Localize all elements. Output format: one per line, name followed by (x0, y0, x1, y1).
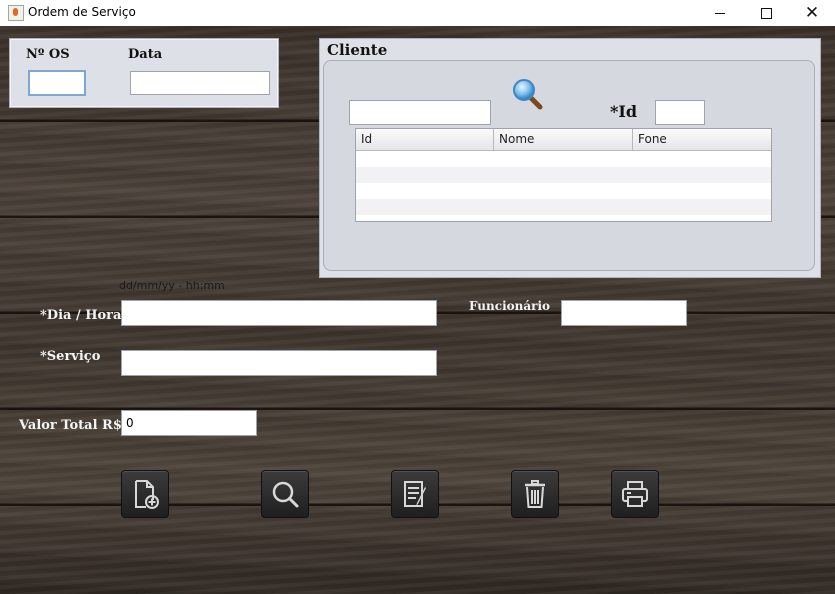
table-row[interactable] (356, 151, 771, 167)
column-header-id[interactable]: Id (356, 129, 494, 150)
column-header-fone[interactable]: Fone (633, 129, 771, 150)
client-search-input[interactable] (349, 100, 491, 125)
service-label: *Serviço (40, 349, 101, 364)
printer-icon (622, 481, 648, 507)
date-field[interactable] (130, 71, 270, 95)
total-value-field[interactable] (121, 410, 257, 436)
minimize-button[interactable] (697, 0, 743, 26)
employee-label: Funcionário (469, 299, 551, 313)
title-bar: Ordem de Serviço ✕ (0, 0, 835, 26)
search-icon (272, 481, 299, 508)
os-panel: Nº OS Data (9, 38, 279, 108)
edit-document-icon (404, 481, 426, 507)
total-value-label: Valor Total R$ (19, 418, 122, 433)
column-header-nome[interactable]: Nome (494, 129, 633, 150)
client-panel: Cliente *Id Id Nome Fone (319, 38, 821, 278)
table-row[interactable] (356, 167, 771, 183)
maximize-icon (760, 7, 772, 19)
new-document-icon (135, 480, 159, 509)
table-row[interactable] (356, 183, 771, 199)
maximize-button[interactable] (743, 0, 789, 26)
search-order-button[interactable] (261, 470, 309, 518)
delete-order-button[interactable] (511, 470, 559, 518)
print-order-button[interactable] (611, 470, 659, 518)
client-table[interactable]: Id Nome Fone (355, 128, 772, 222)
client-table-header: Id Nome Fone (356, 129, 771, 151)
client-search-icon[interactable] (510, 77, 544, 111)
edit-order-button[interactable] (391, 470, 439, 518)
client-panel-title: Cliente (327, 41, 388, 59)
client-id-label: *Id (610, 102, 638, 121)
datetime-format-hint: dd/mm/yy - hh:mm (119, 279, 225, 292)
new-order-button[interactable] (121, 470, 169, 518)
employee-field[interactable] (561, 300, 687, 326)
java-app-icon (8, 5, 24, 21)
date-label: Data (128, 47, 163, 62)
window-title: Ordem de Serviço (28, 5, 136, 19)
close-button[interactable]: ✕ (789, 0, 835, 26)
os-number-label: Nº OS (26, 47, 70, 62)
os-number-field[interactable] (28, 70, 86, 96)
table-row[interactable] (356, 199, 771, 215)
minimize-icon (715, 12, 725, 14)
client-id-field[interactable] (655, 100, 705, 125)
datetime-label: *Dia / Hora (40, 308, 122, 323)
close-icon: ✕ (804, 2, 820, 23)
trash-icon (525, 480, 545, 508)
service-field[interactable] (121, 350, 437, 376)
datetime-field[interactable] (121, 300, 437, 326)
